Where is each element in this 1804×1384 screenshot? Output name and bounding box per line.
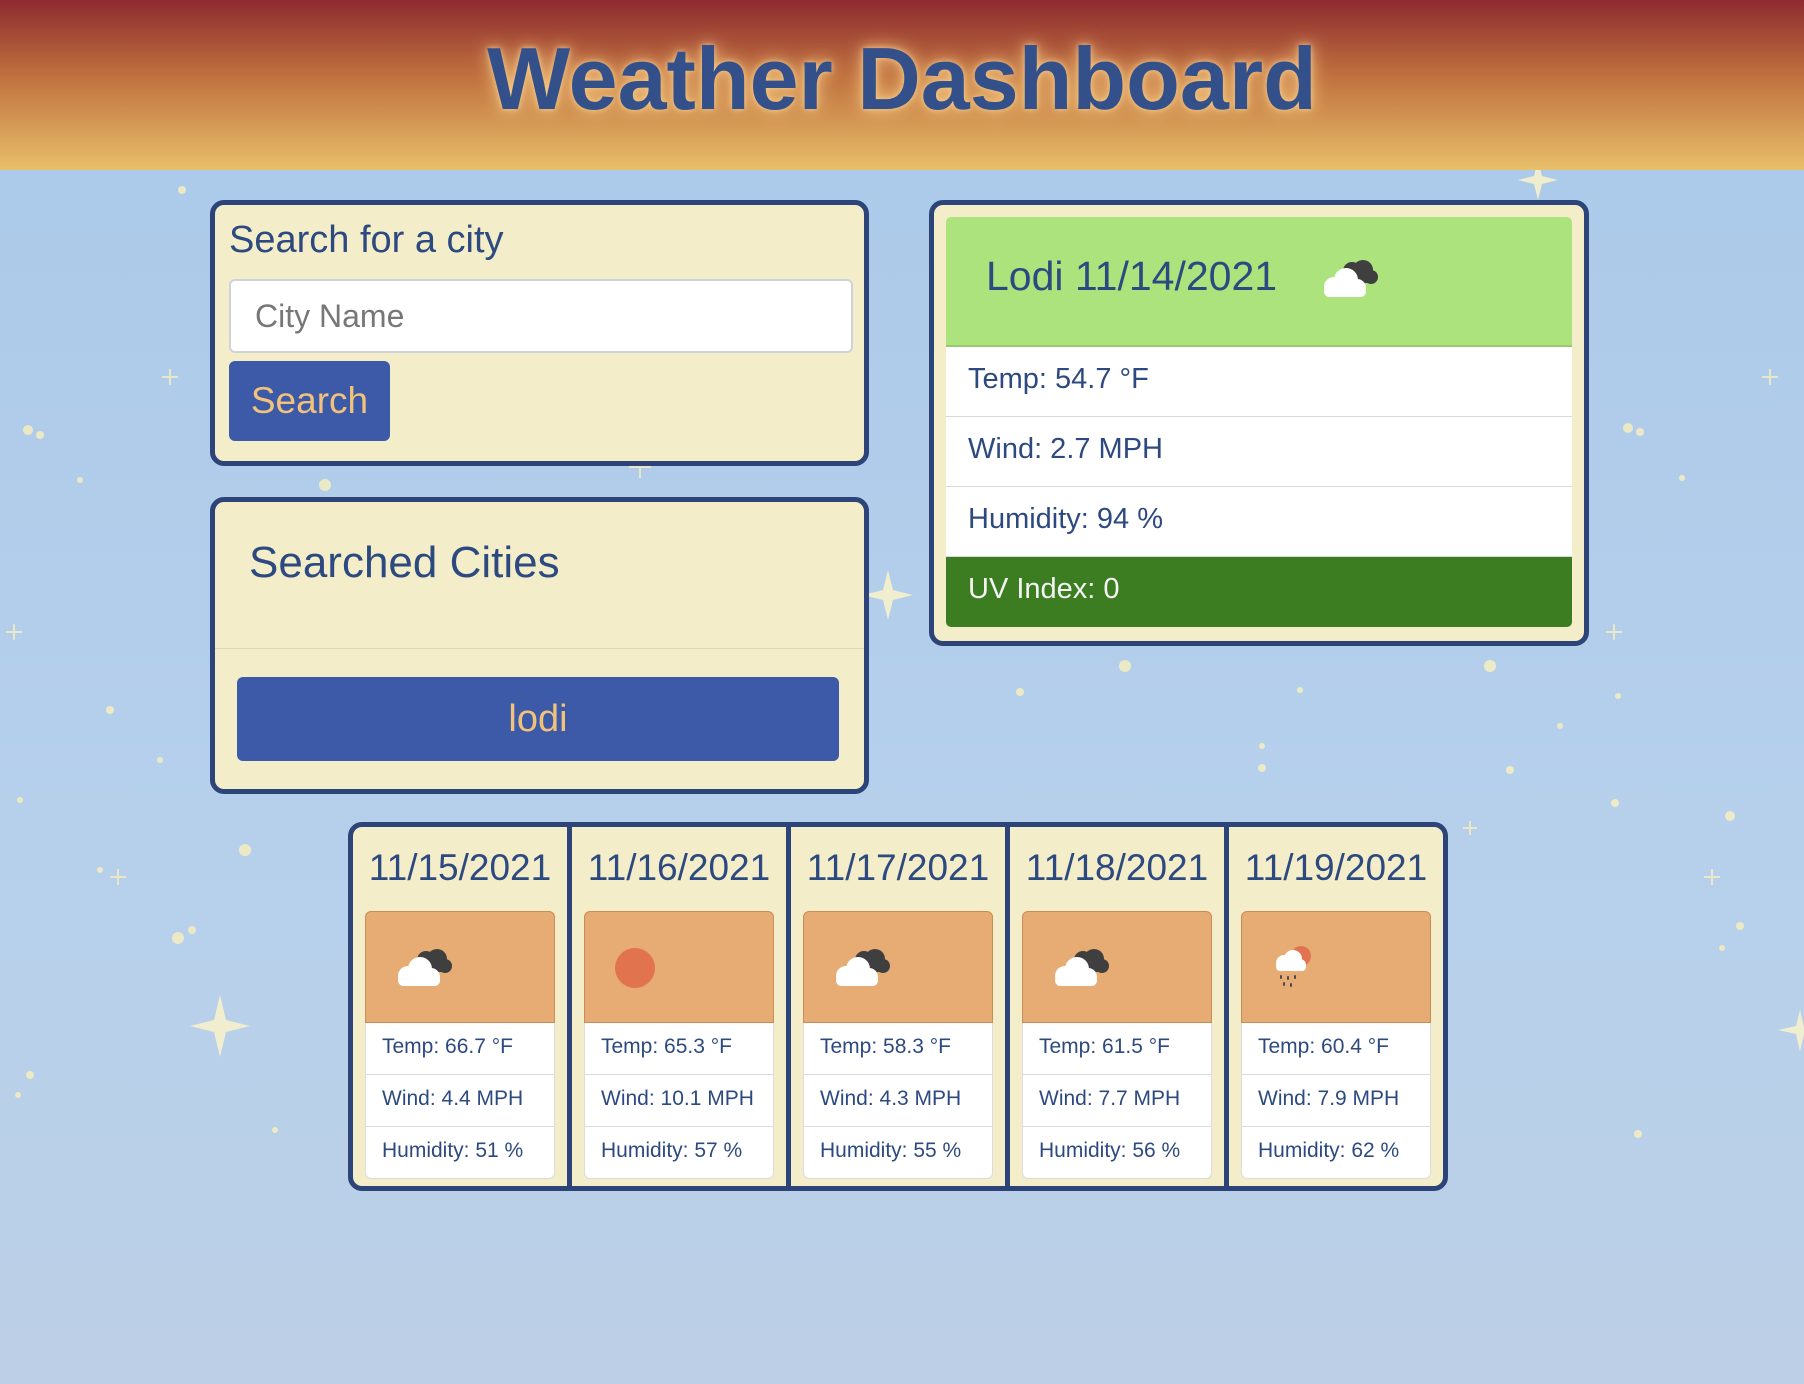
forecast-temp: Temp: 66.7 °F (365, 1023, 555, 1075)
current-uv-index: UV Index: 0 (946, 557, 1572, 627)
searched-cities-list: lodi (215, 648, 864, 790)
forecast-card: 11/19/2021 Temp: 60.4 °F Wind: 7.9 MPH H… (1224, 822, 1448, 1191)
city-search-input[interactable] (229, 279, 853, 353)
partly-cloudy-icon (1324, 260, 1378, 297)
forecast-card: 11/16/2021 Temp: 65.3 °F Wind: 10.1 MPH … (567, 822, 791, 1191)
cloudy-icon (398, 949, 452, 986)
forecast-card: 11/15/2021 Temp: 66.7 °F Wind: 4.4 MPH H… (348, 822, 572, 1191)
forecast-temp: Temp: 61.5 °F (1022, 1023, 1212, 1075)
search-button[interactable]: Search (229, 361, 390, 441)
forecast-image (803, 911, 993, 1023)
forecast-temp: Temp: 58.3 °F (803, 1023, 993, 1075)
current-city-date: Lodi 11/14/2021 (986, 253, 1278, 299)
forecast-card: 11/17/2021 Temp: 58.3 °F Wind: 4.3 MPH H… (786, 822, 1010, 1191)
forecast-image (584, 911, 774, 1023)
forecast-date: 11/15/2021 (368, 847, 552, 888)
forecast-date: 11/19/2021 (1244, 847, 1428, 888)
current-humidity: Humidity: 94 % (946, 487, 1572, 557)
forecast-wind: Wind: 10.1 MPH (584, 1075, 774, 1127)
forecast-date: 11/18/2021 (1025, 847, 1209, 888)
forecast-humidity: Humidity: 57 % (584, 1127, 774, 1179)
forecast-humidity: Humidity: 51 % (365, 1127, 555, 1179)
forecast-wind: Wind: 4.3 MPH (803, 1075, 993, 1127)
searched-cities-heading: Searched Cities (249, 538, 560, 587)
forecast-temp: Temp: 60.4 °F (1241, 1023, 1431, 1075)
page-header: Weather Dashboard (0, 0, 1804, 170)
current-wind: Wind: 2.7 MPH (946, 417, 1572, 487)
forecast-humidity: Humidity: 56 % (1022, 1127, 1212, 1179)
search-panel: Search for a city Search (210, 200, 869, 466)
forecast-wind: Wind: 4.4 MPH (365, 1075, 555, 1127)
history-city-button[interactable]: lodi (237, 677, 839, 761)
forecast-humidity: Humidity: 62 % (1241, 1127, 1431, 1179)
page-title: Weather Dashboard (487, 29, 1317, 128)
current-weather-header: Lodi 11/14/2021 (946, 217, 1572, 347)
searched-cities-panel: Searched Cities lodi (210, 497, 869, 794)
search-heading: Search for a city (229, 219, 504, 261)
cloudy-icon (1055, 949, 1109, 986)
current-temp: Temp: 54.7 °F (946, 347, 1572, 417)
cloudy-icon (836, 949, 890, 986)
sun-icon (615, 948, 655, 988)
forecast-temp: Temp: 65.3 °F (584, 1023, 774, 1075)
forecast-image (1241, 911, 1431, 1023)
forecast-image (365, 911, 555, 1023)
forecast-image (1022, 911, 1212, 1023)
forecast-wind: Wind: 7.7 MPH (1022, 1075, 1212, 1127)
current-weather-panel: Lodi 11/14/2021 Temp: 54.7 °F Wind: 2.7 … (929, 200, 1589, 646)
rain-sun-icon (1276, 946, 1311, 987)
forecast-card: 11/18/2021 Temp: 61.5 °F Wind: 7.7 MPH H… (1005, 822, 1229, 1191)
forecast-date: 11/16/2021 (587, 847, 771, 888)
forecast-humidity: Humidity: 55 % (803, 1127, 993, 1179)
forecast-date: 11/17/2021 (806, 847, 990, 888)
forecast-wind: Wind: 7.9 MPH (1241, 1075, 1431, 1127)
